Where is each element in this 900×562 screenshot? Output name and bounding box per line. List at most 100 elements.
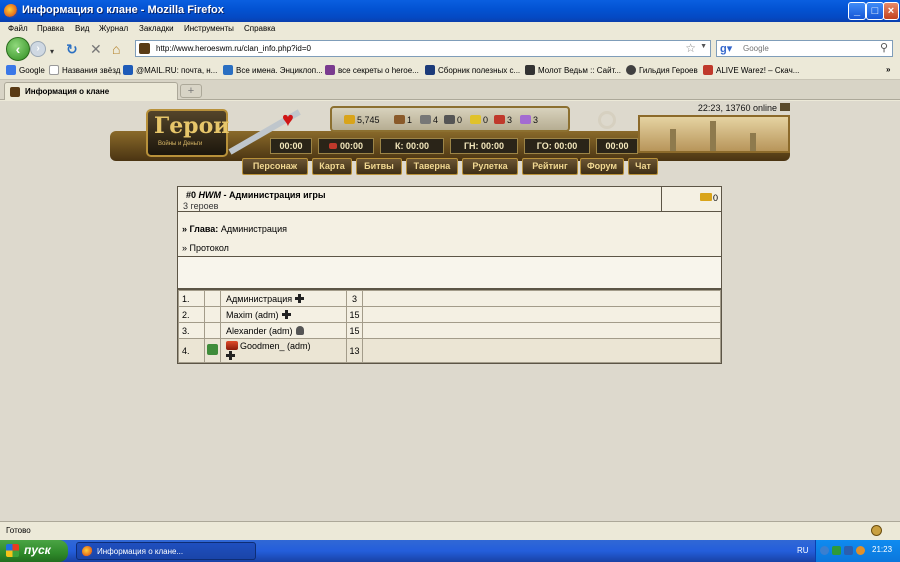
menu-view[interactable]: Вид: [75, 24, 89, 33]
bookmark-star-icon[interactable]: ☆: [685, 41, 696, 55]
member-name[interactable]: Goodmen_ (adm): [220, 338, 347, 363]
server-time-online: 22:23, 13760 online: [698, 103, 790, 113]
page-content: Герои Войны и Деньги ♥ 5,745 1 4 0 0 3 3…: [0, 101, 900, 521]
network-icon[interactable]: [832, 546, 841, 555]
bookmark-item[interactable]: все секреты о heroe...: [325, 65, 419, 75]
bookmark-item[interactable]: ALIVE Warez! – Скач...: [703, 65, 799, 75]
page-icon: [49, 65, 59, 75]
bookmark-item[interactable]: Гильдия Героев: [626, 65, 698, 75]
new-tab-button[interactable]: +: [180, 84, 202, 98]
member-number: 1.: [178, 290, 205, 307]
nav-character[interactable]: Персонаж: [242, 158, 308, 175]
search-bar[interactable]: g▾ ⚲: [716, 40, 893, 57]
member-status: [204, 306, 221, 323]
arrow-right-icon: ›: [36, 43, 40, 54]
bookmark-item[interactable]: Молот Ведьм :: Сайт...: [525, 65, 621, 75]
member-extra: [362, 306, 721, 323]
window-title: Информация о клане - Mozilla Firefox: [22, 4, 224, 16]
tab-label: Информация о клане: [25, 87, 110, 96]
member-name[interactable]: Alexander (adm): [220, 322, 347, 339]
firefox-icon: [4, 4, 18, 18]
clan-info-panel: #0 HWM - Администрация игры 3 героев 0 »…: [177, 186, 722, 364]
menu-file[interactable]: Файл: [8, 24, 28, 33]
back-tray-icon[interactable]: [820, 546, 829, 555]
nav-tavern[interactable]: Таверна: [406, 158, 458, 175]
guild-favicon-icon: [626, 65, 636, 75]
home-button[interactable]: ⌂: [112, 41, 120, 57]
menu-tools[interactable]: Инструменты: [184, 24, 234, 33]
resource-mercury: 0: [444, 115, 462, 125]
clan-details: » Глава: Администрация » Протокол: [178, 212, 721, 257]
tower-icon: [670, 129, 676, 151]
nav-forum[interactable]: Форум: [580, 158, 624, 175]
member-level: 15: [346, 322, 363, 339]
menu-edit[interactable]: Правка: [37, 24, 64, 33]
bookmark-item[interactable]: Google: [6, 65, 45, 75]
gem-icon: [520, 115, 531, 124]
member-number: 3.: [178, 322, 205, 339]
addon-icon[interactable]: [871, 525, 882, 536]
menu-history[interactable]: Журнал: [99, 24, 128, 33]
gold-icon: [344, 115, 355, 124]
nav-roulette[interactable]: Рулетка: [462, 158, 518, 175]
menu-help[interactable]: Справка: [244, 24, 275, 33]
tab-favicon-icon: [10, 87, 20, 97]
history-dropdown-icon[interactable]: ▾: [50, 44, 54, 60]
menu-bookmarks[interactable]: Закладки: [139, 24, 174, 33]
timer-k: К: 00:00: [380, 138, 444, 154]
stop-button[interactable]: ✕: [90, 41, 102, 57]
tab-clan-info[interactable]: Информация о клане: [4, 82, 178, 100]
language-indicator[interactable]: RU: [797, 546, 809, 555]
clan-protocol-link[interactable]: » Протокол: [182, 243, 229, 253]
resource-crystal: 3: [494, 115, 512, 125]
timer-other: 00:00: [596, 138, 638, 154]
cross-icon: [226, 350, 235, 360]
taskbar-firefox-window[interactable]: Информация о клане...: [76, 542, 256, 560]
member-name[interactable]: Администрация: [220, 290, 347, 307]
member-status: [204, 338, 221, 363]
sulfur-icon: [470, 115, 481, 124]
bookmarks-overflow-button[interactable]: »: [886, 65, 890, 74]
bookmark-item[interactable]: Все имена. Энциклоп...: [223, 65, 323, 75]
clan-heroes-count: 3 героев: [183, 201, 219, 211]
search-icon[interactable]: ⚲: [880, 41, 888, 54]
member-status: [204, 290, 221, 307]
member-extra: [362, 290, 721, 307]
nav-chat[interactable]: Чат: [628, 158, 658, 175]
clan-header: #0 HWM - Администрация игры 3 героев 0: [178, 187, 721, 212]
resource-gold: 5,745: [344, 115, 380, 125]
window-titlebar: Информация о клане - Mozilla Firefox _ □…: [0, 0, 900, 22]
start-button[interactable]: пуск: [0, 540, 68, 562]
maximize-button[interactable]: □: [866, 2, 884, 20]
member-name[interactable]: Maxim (adm): [220, 306, 347, 323]
game-logo[interactable]: Герои Войны и Деньги: [146, 109, 230, 157]
nav-rating[interactable]: Рейтинг: [522, 158, 578, 175]
online-icon[interactable]: [780, 103, 790, 111]
antivirus-icon[interactable]: [856, 546, 865, 555]
nav-battles[interactable]: Битвы: [356, 158, 402, 175]
reload-button[interactable]: ↻: [66, 41, 78, 57]
bookmark-item[interactable]: @MAIL.RU: почта, н...: [123, 65, 217, 75]
bookmark-item[interactable]: Сборник полезных с...: [425, 65, 520, 75]
clan-name: #0 HWM - Администрация игры: [186, 190, 326, 200]
ring-icon: [598, 111, 616, 129]
close-button[interactable]: ×: [883, 2, 899, 20]
monitor-icon[interactable]: [844, 546, 853, 555]
arrow-left-icon: ‹: [15, 41, 21, 57]
table-row: 4. Goodmen_ (adm) 13: [178, 338, 721, 363]
clan-members-table: 1. Администрация 3 2. Maxim (adm) 15 3. …: [178, 290, 721, 363]
bookmark-item[interactable]: Названия звёзд: [49, 65, 120, 75]
google-icon[interactable]: g▾: [720, 42, 732, 55]
back-button[interactable]: ‹: [6, 37, 30, 61]
url-bar[interactable]: ☆ ▼: [135, 40, 711, 57]
nav-map[interactable]: Карта: [312, 158, 352, 175]
clock: 21:23: [872, 545, 893, 554]
tab-bar: Информация о клане +: [0, 80, 900, 100]
forward-button[interactable]: ›: [30, 41, 46, 57]
taskbar: пуск Информация о клане... RU 21:23: [0, 540, 900, 562]
url-input[interactable]: [156, 42, 676, 55]
search-input[interactable]: [743, 42, 873, 55]
windows-logo-icon: [6, 544, 19, 557]
url-dropdown-icon[interactable]: ▼: [700, 43, 707, 50]
minimize-button[interactable]: _: [848, 2, 866, 20]
